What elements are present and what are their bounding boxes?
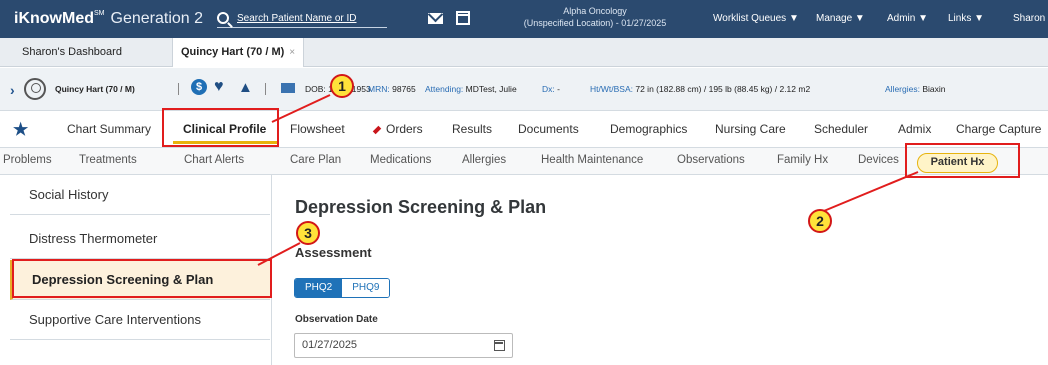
page-title: Depression Screening & Plan [295,197,547,217]
divider [178,83,179,95]
subtab-treatments[interactable]: Treatments [79,154,137,166]
tab-results[interactable]: Results [452,122,492,136]
tab-admix[interactable]: Admix [898,122,931,136]
location-detail: (Unspecified Location) - 01/27/2025 [523,18,667,28]
subtab-problems[interactable]: Problems [3,154,52,166]
allergies-info: Allergies: Biaxin [885,84,946,94]
date-value: 01/27/2025 [302,339,358,351]
subtab-observations[interactable]: Observations [677,154,745,166]
tab-documents[interactable]: Documents [518,122,579,136]
calendar-icon[interactable] [494,340,505,351]
patient-banner: › Quincy Hart (70 / M) $ ♥ ▲ DOB: 12/07/… [0,68,1048,111]
mrn-info: MRN: 98765 [368,84,416,94]
sidebar-item-social-history[interactable]: Social History [10,175,270,215]
questionnaire-toggle: PHQ2 PHQ9 [294,278,391,298]
subtab-devices[interactable]: Devices [858,154,899,166]
annotation-box-clinical-profile [162,108,279,147]
search-icon [217,12,229,24]
mail-icon[interactable] [428,13,443,24]
menu-worklist-queues[interactable]: Worklist Queues ▼ [713,13,799,24]
avatar [24,78,46,100]
menu-user[interactable]: Sharon [1013,13,1045,24]
generation-label: Generation 2 [110,10,204,27]
main-nav: ★ Chart Summary Clinical Profile Flowshe… [0,111,1048,148]
phq9-button[interactable]: PHQ9 [342,279,390,297]
annotation-box-patient-hx [905,143,1020,178]
runner-icon[interactable]: ★ [13,120,28,140]
search-placeholder: Search Patient Name or ID [237,12,357,24]
patient-search[interactable]: Search Patient Name or ID [217,9,387,28]
subtab-chart-alerts[interactable]: Chart Alerts [184,154,244,166]
close-icon[interactable]: × [289,47,295,58]
annotation-badge-1: 1 [330,74,354,98]
tab-nursing-care[interactable]: Nursing Care [715,122,786,136]
divider [265,83,266,95]
subtab-health-maintenance[interactable]: Health Maintenance [541,154,643,166]
observation-date-label: Observation Date [295,314,378,325]
tab-flowsheet[interactable]: Flowsheet [290,122,345,136]
brand-name: iKnowMed [14,10,94,27]
top-header: iKnowMedSM Generation 2 Search Patient Na… [0,0,1048,38]
subtab-care-plan[interactable]: Care Plan [290,154,341,166]
subtab-family-hx[interactable]: Family Hx [777,154,828,166]
tab-scheduler[interactable]: Scheduler [814,122,868,136]
annotation-badge-3: 3 [296,221,320,245]
sidebar-item-supportive-care[interactable]: Supportive Care Interventions [10,300,270,340]
menu-links[interactable]: Links ▼ [948,13,984,24]
tab-orders[interactable]: Orders [372,122,423,136]
attending-info: Attending: MDTest, Julie [425,84,517,94]
observation-date-field[interactable]: 01/27/2025 [294,333,513,358]
menu-manage[interactable]: Manage ▼ [816,13,865,24]
menu-admin[interactable]: Admin ▼ [887,13,928,24]
annotation-badge-2: 2 [808,209,832,233]
dx-info: Dx: - [542,84,560,94]
education-icon[interactable]: ▲ [238,80,256,96]
section-heading: Assessment [295,245,372,260]
pencil-icon [372,125,382,135]
billing-icon[interactable]: $ [191,79,207,95]
location-name: Alpha Oncology [563,6,627,16]
subtab-allergies[interactable]: Allergies [462,154,506,166]
tab-chart-summary[interactable]: Chart Summary [67,122,151,136]
sub-nav: Problems Treatments Chart Alerts Care Pl… [0,148,1048,175]
tab-charge-capture[interactable]: Charge Capture [956,122,1041,136]
tab-patient[interactable]: Quincy Hart (70 / M) × [172,38,305,67]
care-hand-icon[interactable]: ♥ [214,79,232,95]
tab-dashboard[interactable]: Sharon's Dashboard [22,38,122,67]
annotation-box-depression-screening [12,259,272,298]
calendar-icon[interactable] [456,11,470,25]
tab-patient-label: Quincy Hart (70 / M) [181,46,285,58]
subtab-medications[interactable]: Medications [370,154,431,166]
app-logo[interactable]: iKnowMedSM Generation 2 [14,10,203,28]
chevron-right-icon[interactable]: › [10,82,15,98]
htwt-info: Ht/Wt/BSA: 72 in (182.88 cm) / 195 lb (8… [590,84,811,94]
brand-mark: SM [94,10,105,17]
message-icon[interactable] [281,83,295,93]
phq2-button[interactable]: PHQ2 [295,279,343,297]
dashboard-tabs: Sharon's Dashboard Quincy Hart (70 / M) × [0,38,1048,67]
tab-demographics[interactable]: Demographics [610,122,687,136]
patient-name[interactable]: Quincy Hart (70 / M) [55,84,135,94]
sidebar-item-distress-thermometer[interactable]: Distress Thermometer [10,219,270,259]
location-selector[interactable]: Alpha Oncology (Unspecified Location) - … [505,5,685,29]
